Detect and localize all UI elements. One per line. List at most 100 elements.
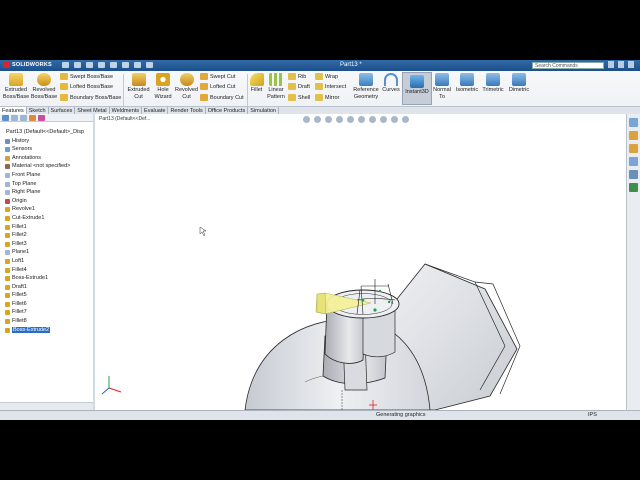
tree-item-loft1[interactable]: Loft1 — [0, 257, 93, 266]
solidworks-logo[interactable]: SOLIDWORKS — [3, 61, 52, 70]
normal-to-button[interactable]: Normal To — [431, 73, 453, 101]
tree-item-annotations[interactable]: Annotations — [0, 154, 93, 163]
fillet-button[interactable]: Fillet — [248, 73, 265, 94]
instant3d-label: Instant3D — [405, 89, 429, 95]
revolved-boss-button[interactable]: Revolved Boss/Base — [30, 73, 58, 101]
configuration-manager-tab-icon[interactable] — [20, 115, 27, 121]
tree-item-top-plane[interactable]: Top Plane — [0, 180, 93, 189]
feature-tree: Part13 (Default<<Default>_Disp History Se… — [0, 128, 93, 334]
solidworks-resources-icon[interactable] — [629, 118, 638, 127]
tree-item-right-plane[interactable]: Right Plane — [0, 188, 93, 197]
open-document-icon[interactable] — [74, 62, 81, 68]
tree-item-sensors[interactable]: Sensors — [0, 145, 93, 154]
hole-wizard-icon — [156, 73, 170, 86]
tree-item-revolve1[interactable]: Revolve1 — [0, 205, 93, 214]
restore-icon[interactable] — [618, 61, 624, 68]
swept-cut-icon — [200, 73, 208, 81]
draft-button[interactable]: Draft — [288, 83, 310, 91]
file-explorer-icon[interactable] — [629, 144, 638, 153]
tree-item-fillet2[interactable]: Fillet2 — [0, 231, 93, 240]
tree-root-label: Part13 (Default<<Default>_Disp — [6, 129, 85, 135]
feature-manager-scroll[interactable] — [0, 402, 93, 410]
rib-button[interactable]: Rib — [288, 73, 306, 81]
trimetric-label: Trimetric — [482, 87, 504, 93]
trimetric-button[interactable]: Trimetric — [480, 73, 506, 94]
tree-item-boss-extrude2[interactable]: Boss-Extrude2 — [0, 326, 93, 335]
tree-item-label: Loft1 — [12, 257, 25, 264]
tree-item-origin[interactable]: Origin — [0, 197, 93, 206]
extruded-cut-button[interactable]: Extruded Cut — [125, 73, 152, 101]
hole-wizard-button[interactable]: Hole Wizard — [152, 73, 174, 101]
curves-button[interactable]: Curves — [381, 73, 401, 94]
boundary-cut-button[interactable]: Boundary Cut — [200, 94, 244, 102]
tree-item-draft1[interactable]: Draft1 — [0, 283, 93, 292]
feature-icon — [5, 164, 10, 170]
rebuild-icon[interactable] — [134, 62, 141, 68]
print-icon[interactable] — [98, 62, 105, 68]
design-library-icon[interactable] — [629, 131, 638, 140]
feature-icon — [5, 198, 10, 204]
tree-item-fillet6[interactable]: Fillet6 — [0, 300, 93, 309]
tree-item-fillet7[interactable]: Fillet7 — [0, 308, 93, 317]
extruded-boss-button[interactable]: Extruded Boss/Base — [2, 73, 30, 101]
tree-item-fillet8[interactable]: Fillet8 — [0, 317, 93, 326]
tree-item-cut-extrude1[interactable]: Cut-Extrude1 — [0, 214, 93, 223]
revolved-cut-label-2: Cut — [182, 94, 191, 100]
logo-text: SOLIDWORKS — [12, 62, 52, 68]
select-icon[interactable] — [122, 62, 129, 68]
feature-icon — [5, 241, 10, 247]
unit-system[interactable]: IPS — [588, 411, 597, 420]
property-manager-tab-icon[interactable] — [11, 115, 18, 121]
dimxpert-tab-icon[interactable] — [29, 115, 36, 121]
tree-item-label: Fillet7 — [12, 309, 27, 316]
revolved-cut-button[interactable]: Revolved Cut — [174, 73, 199, 101]
swept-boss-button[interactable]: Swept Boss/Base — [60, 73, 113, 81]
undo-icon[interactable] — [110, 62, 117, 68]
feature-tree-tab-icon[interactable] — [2, 115, 9, 121]
save-icon[interactable] — [86, 62, 93, 68]
instant3d-button[interactable]: Instant3D — [402, 72, 432, 105]
view-palette-icon[interactable] — [629, 157, 638, 166]
lofted-boss-button[interactable]: Lofted Boss/Base — [60, 83, 113, 91]
hole-wizard-label-1: Hole — [157, 87, 169, 93]
intersect-button[interactable]: Intersect — [315, 83, 346, 91]
linear-pattern-button[interactable]: Linear Pattern — [265, 73, 287, 101]
ribbon-divider — [123, 74, 124, 107]
rib-label: Rib — [298, 74, 307, 80]
options-icon[interactable] — [146, 62, 153, 68]
appearances-icon[interactable] — [629, 170, 638, 179]
tree-item-fillet5[interactable]: Fillet5 — [0, 291, 93, 300]
lofted-cut-button[interactable]: Lofted Cut — [200, 83, 235, 91]
tree-item-label: Right Plane — [12, 189, 41, 196]
display-manager-tab-icon[interactable] — [38, 115, 45, 121]
tree-item-material-not-specified[interactable]: Material <not specified> — [0, 162, 93, 171]
minimize-icon[interactable] — [608, 61, 614, 68]
search-commands-input[interactable]: Search Commands — [532, 62, 604, 69]
tree-item-fillet3[interactable]: Fillet3 — [0, 240, 93, 249]
ds-logo-icon — [3, 61, 10, 69]
swept-cut-button[interactable]: Swept Cut — [200, 73, 235, 81]
tree-item-history[interactable]: History — [0, 137, 93, 146]
isometric-icon — [460, 73, 474, 86]
wrap-button[interactable]: Wrap — [315, 73, 338, 81]
graphics-area[interactable]: Part13 (Default<<Def... — [95, 114, 626, 410]
isometric-button[interactable]: Isometric — [454, 73, 480, 94]
reference-geometry-button[interactable]: Reference Geometry — [351, 73, 381, 101]
mirror-button[interactable]: Mirror — [315, 94, 339, 102]
tree-item-fillet4[interactable]: Fillet4 — [0, 266, 93, 275]
draft-icon — [288, 83, 296, 91]
tree-item-boss-extrude1[interactable]: Boss-Extrude1 — [0, 274, 93, 283]
swept-boss-label: Swept Boss/Base — [70, 74, 114, 80]
tree-item-front-plane[interactable]: Front Plane — [0, 171, 93, 180]
tree-item-plane1[interactable]: Plane1 — [0, 248, 93, 257]
boundary-boss-button[interactable]: Boundary Boss/Base — [60, 94, 121, 102]
tree-item-label: Fillet6 — [12, 300, 27, 307]
dimetric-button[interactable]: Dimetric — [506, 73, 532, 94]
fillet-icon — [249, 73, 264, 86]
shell-button[interactable]: Shell — [288, 94, 310, 102]
tree-item-fillet1[interactable]: Fillet1 — [0, 223, 93, 232]
close-icon[interactable] — [628, 61, 634, 68]
custom-properties-icon[interactable] — [629, 183, 638, 192]
new-document-icon[interactable] — [62, 62, 69, 68]
tree-root-part[interactable]: Part13 (Default<<Default>_Disp — [0, 128, 93, 137]
